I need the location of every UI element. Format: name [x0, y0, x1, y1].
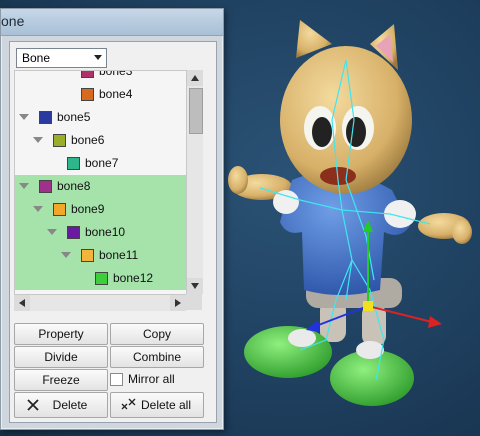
- tree-node-label: bone11: [99, 248, 139, 262]
- tree-node-label: bone10: [85, 225, 126, 239]
- bone-color-swatch: [53, 134, 66, 147]
- expand-triangle-icon[interactable]: [33, 137, 43, 143]
- tree-vertical-scrollbar[interactable]: [186, 70, 203, 294]
- type-dropdown-value: Bone: [22, 51, 51, 65]
- panel-titlebar[interactable]: one: [1, 9, 223, 36]
- bone-color-swatch: [81, 71, 94, 78]
- mirror-all-checkbox[interactable]: Mirror all: [110, 369, 204, 389]
- arrow-up-icon: [191, 75, 199, 81]
- tree-node[interactable]: bone4: [15, 83, 187, 106]
- type-dropdown[interactable]: Bone: [16, 48, 107, 68]
- bone-color-swatch: [67, 157, 80, 170]
- bone-color-swatch: [81, 88, 94, 101]
- scroll-thumb[interactable]: [189, 88, 203, 134]
- bone-color-swatch: [39, 111, 52, 124]
- tree-node[interactable]: bone5: [15, 106, 187, 129]
- panel-body: Bone bone3 bone4 bone5 bone6 bone7 bone8 bone9…: [9, 41, 217, 423]
- scroll-up-button[interactable]: [187, 70, 203, 86]
- tree-node[interactable]: bone7: [15, 152, 187, 175]
- tree-node[interactable]: bone8: [15, 175, 187, 198]
- scroll-corner: [186, 294, 202, 310]
- scroll-right-button[interactable]: [170, 295, 186, 311]
- bone-color-swatch: [53, 203, 66, 216]
- divide-button[interactable]: Divide: [14, 346, 108, 368]
- checkbox-box[interactable]: [110, 373, 123, 386]
- tree-node-label: bone12: [113, 271, 154, 285]
- bone-color-swatch: [95, 272, 108, 285]
- bone-color-swatch: [39, 180, 52, 193]
- bone-color-swatch: [67, 226, 80, 239]
- tree-node-label: bone9: [71, 202, 105, 216]
- expand-triangle-icon[interactable]: [33, 206, 43, 212]
- freeze-button[interactable]: Freeze: [14, 369, 108, 391]
- tree-node-label: bone6: [71, 133, 105, 147]
- tree-node-label: bone5: [57, 110, 91, 124]
- tree-node[interactable]: bone11: [15, 244, 187, 267]
- delete-button[interactable]: Delete: [14, 392, 108, 418]
- expand-triangle-icon[interactable]: [47, 229, 57, 235]
- tree-node-label: bone8: [57, 179, 91, 193]
- expand-triangle-icon[interactable]: [19, 183, 29, 189]
- bone-color-swatch: [81, 249, 94, 262]
- multi-close-icon: [121, 398, 136, 410]
- combine-button[interactable]: Combine: [110, 346, 204, 368]
- tree-horizontal-scrollbar[interactable]: [14, 294, 186, 311]
- arrow-right-icon: [175, 299, 181, 307]
- delete-all-button[interactable]: Delete all: [110, 392, 204, 418]
- panel-title: one: [1, 13, 25, 29]
- copy-button[interactable]: Copy: [110, 323, 204, 345]
- chevron-down-icon: [94, 55, 102, 60]
- tree-node[interactable]: bone9: [15, 198, 187, 221]
- arrow-left-icon: [19, 299, 25, 307]
- scroll-down-button[interactable]: [187, 278, 203, 294]
- tree-node-label: bone7: [85, 156, 119, 170]
- property-button[interactable]: Property: [14, 323, 108, 345]
- bone-panel: one Bone bone3 bone4 bone5 bone6 bone7 bone8 b…: [0, 8, 224, 430]
- tree-node-label: bone3: [99, 70, 133, 78]
- tree-node-label: bone4: [99, 87, 133, 101]
- expand-triangle-icon[interactable]: [61, 252, 71, 258]
- close-x-icon: [27, 399, 39, 411]
- scroll-left-button[interactable]: [14, 295, 30, 311]
- tree-node[interactable]: bone3: [15, 70, 187, 83]
- tree-node[interactable]: bone6: [15, 129, 187, 152]
- mirror-all-label: Mirror all: [128, 372, 175, 386]
- tree-node[interactable]: bone10: [15, 221, 187, 244]
- expand-triangle-icon[interactable]: [19, 114, 29, 120]
- delete-label: Delete: [52, 398, 88, 412]
- tree-node[interactable]: bone12: [15, 267, 187, 290]
- arrow-down-icon: [191, 283, 199, 289]
- bone-tree[interactable]: bone3 bone4 bone5 bone6 bone7 bone8 bone9 bone1…: [14, 70, 187, 295]
